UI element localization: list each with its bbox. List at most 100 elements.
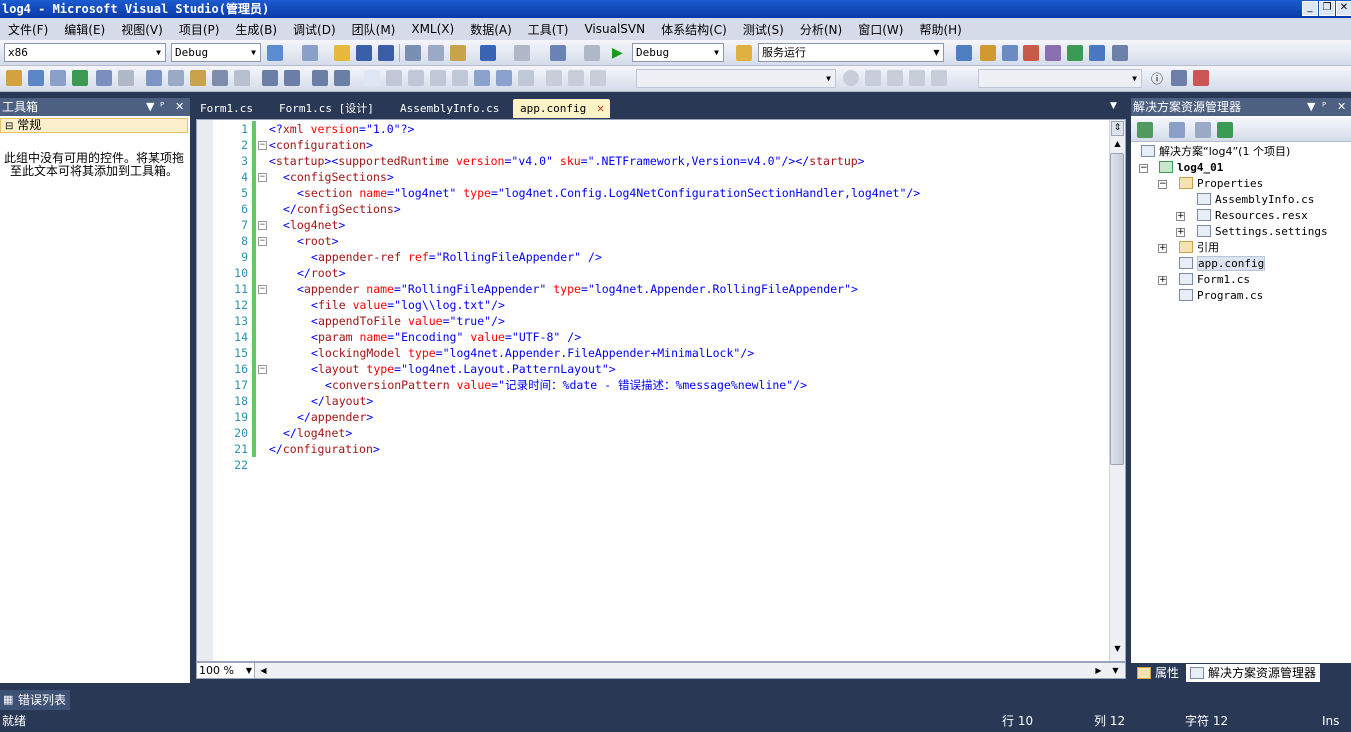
collapse-region-icon[interactable]: −	[258, 141, 267, 150]
step-icon[interactable]	[546, 70, 562, 86]
scroll-down-icon[interactable]: ▼	[1111, 644, 1124, 657]
uncomment-icon[interactable]	[334, 70, 350, 86]
collapse-node-icon[interactable]: −	[1139, 164, 1148, 173]
menu-item[interactable]: 调试(D)	[285, 21, 344, 38]
split-scroll-icon[interactable]: ⇕	[1111, 121, 1124, 136]
refresh-icon[interactable]	[865, 70, 881, 86]
disabled-combo-1[interactable]: ▼	[636, 69, 836, 88]
disabled-combo-2[interactable]: ▼	[978, 69, 1142, 88]
minimize-button[interactable]: _	[1302, 1, 1318, 16]
close-tab-icon[interactable]: ✕	[597, 99, 604, 118]
menu-item[interactable]: 帮助(H)	[911, 21, 969, 38]
xml-schema-icon[interactable]	[6, 70, 22, 86]
increase-indent-icon[interactable]	[284, 70, 300, 86]
compare-icon[interactable]	[909, 70, 925, 86]
code-line[interactable]: 20 </log4net>	[213, 425, 1103, 441]
menu-item[interactable]: 窗口(W)	[850, 21, 911, 38]
tree-item[interactable]: AssemblyInfo.cs	[1197, 192, 1314, 208]
scroll-up-icon[interactable]: ▲	[1111, 139, 1124, 152]
collapse-region-icon[interactable]: −	[258, 365, 267, 374]
toolbox-category[interactable]: ⊟ 常规	[0, 118, 188, 133]
parameter-info-icon[interactable]	[190, 70, 206, 86]
scroll-right-icon[interactable]: ▶	[1092, 664, 1105, 677]
tree-item[interactable]: Settings.settings	[1197, 224, 1328, 240]
navigate-forward-icon[interactable]	[584, 45, 600, 61]
next-bookmark-icon[interactable]	[408, 70, 424, 86]
bookmark-icon[interactable]	[364, 70, 380, 86]
collapse-region-icon[interactable]: −	[258, 285, 267, 294]
scroll-down-corner-icon[interactable]: ▼	[1109, 664, 1122, 677]
collapse-node-icon[interactable]: −	[1158, 180, 1167, 189]
prev-bookmark-doc-icon[interactable]	[474, 70, 490, 86]
tree-item[interactable]: 引用	[1179, 240, 1219, 256]
schema-explorer-icon[interactable]	[96, 70, 112, 86]
code-line[interactable]: 22	[213, 457, 1103, 473]
redo-icon[interactable]	[514, 45, 530, 61]
list-members-icon[interactable]	[168, 70, 184, 86]
pending-changes-icon[interactable]	[887, 70, 903, 86]
show-all-files-icon[interactable]	[1169, 122, 1185, 138]
scroll-left-icon[interactable]: ◀	[257, 664, 270, 677]
code-line[interactable]: 7 − <log4net>	[213, 217, 1103, 233]
pin-icon[interactable]: ᴾ	[1322, 98, 1326, 116]
panel-dropdown-icon[interactable]: ▼	[1307, 98, 1315, 116]
menu-item[interactable]: 文件(F)	[0, 21, 56, 38]
restore-button[interactable]: ❐	[1319, 1, 1335, 16]
show-xslt-output-icon[interactable]	[50, 70, 66, 86]
code-line[interactable]: 6 </configSections>	[213, 201, 1103, 217]
collapse-region-icon[interactable]: −	[258, 173, 267, 182]
tree-item[interactable]: app.config	[1179, 256, 1266, 272]
menu-item[interactable]: 编辑(E)	[56, 21, 113, 38]
close-panel-icon[interactable]: ✕	[175, 98, 184, 116]
properties-icon[interactable]	[1137, 122, 1153, 138]
clear-bookmarks-icon[interactable]	[518, 70, 534, 86]
next-bookmark-doc-icon[interactable]	[496, 70, 512, 86]
code-line[interactable]: 5 <section name="log4net" type="log4net.C…	[213, 185, 1103, 201]
code-line[interactable]: 19 </appender>	[213, 409, 1103, 425]
debug-config-combo[interactable]: Debug ▼	[632, 43, 724, 62]
code-line[interactable]: 3 <startup><supportedRuntime version="v4.…	[213, 153, 1103, 169]
panel-dropdown-icon[interactable]: ▼	[146, 98, 154, 116]
info-icon[interactable]: ⓘ	[1149, 70, 1165, 86]
find-combo[interactable]: 服务运行 ▼	[758, 43, 944, 62]
collapse-region-icon[interactable]: −	[258, 237, 267, 246]
menu-item[interactable]: 工具(T)	[520, 21, 577, 38]
code-line[interactable]: 17 <conversionPattern value="记录时间：%date -…	[213, 377, 1103, 393]
menu-item[interactable]: 体系结构(C)	[653, 21, 735, 38]
tree-item[interactable]: Program.cs	[1179, 288, 1263, 304]
menu-item[interactable]: VisualSVN	[576, 22, 653, 36]
up-arrow-icon[interactable]	[590, 70, 606, 86]
tree-item[interactable]: Properties	[1179, 176, 1263, 192]
horizontal-scrollbar[interactable]: ◀ ▶ ▼	[196, 662, 1126, 679]
vertical-scroll-thumb[interactable]	[1110, 153, 1124, 465]
properties-window-icon[interactable]	[980, 45, 996, 61]
menu-item[interactable]: XML(X)	[403, 22, 462, 36]
menu-item[interactable]: 项目(P)	[171, 21, 228, 38]
platform-combo[interactable]: x86 ▼	[4, 43, 166, 62]
debug-xslt-icon[interactable]	[72, 70, 88, 86]
next-bookmark-folder-icon[interactable]	[452, 70, 468, 86]
menu-item[interactable]: 数据(A)	[462, 21, 520, 38]
code-line[interactable]: 2 − <configuration>	[213, 137, 1103, 153]
start-page-icon[interactable]	[1067, 45, 1083, 61]
tools-icon[interactable]	[1045, 45, 1061, 61]
tab-solution-explorer[interactable]: 解决方案资源管理器	[1186, 664, 1321, 682]
save-icon[interactable]	[356, 45, 372, 61]
color-picker-icon[interactable]	[1193, 70, 1209, 86]
prev-bookmark-folder-icon[interactable]	[430, 70, 446, 86]
tab-form1-cs[interactable]: Form1.cs	[193, 99, 260, 118]
code-line[interactable]: 1 <?xml version="1.0"?>	[213, 121, 1103, 137]
book-icon[interactable]	[1171, 70, 1187, 86]
format-document-icon[interactable]	[146, 70, 162, 86]
code-line[interactable]: 16 − <layout type="log4net.Layout.PatternL…	[213, 361, 1103, 377]
navigate-backward-icon[interactable]	[550, 45, 566, 61]
menu-item[interactable]: 测试(S)	[735, 21, 792, 38]
check-icon[interactable]	[843, 70, 859, 86]
tab-form1-design[interactable]: Form1.cs [设计]	[272, 99, 381, 118]
code-line[interactable]: 14 <param name="Encoding" value="UTF-8" /…	[213, 329, 1103, 345]
tree-item[interactable]: Form1.cs	[1179, 272, 1250, 288]
menu-item[interactable]: 生成(B)	[227, 21, 285, 38]
pin-icon[interactable]: ᴾ	[160, 98, 164, 116]
code-line[interactable]: 10 </root>	[213, 265, 1103, 281]
menu-item[interactable]: 分析(N)	[792, 21, 850, 38]
